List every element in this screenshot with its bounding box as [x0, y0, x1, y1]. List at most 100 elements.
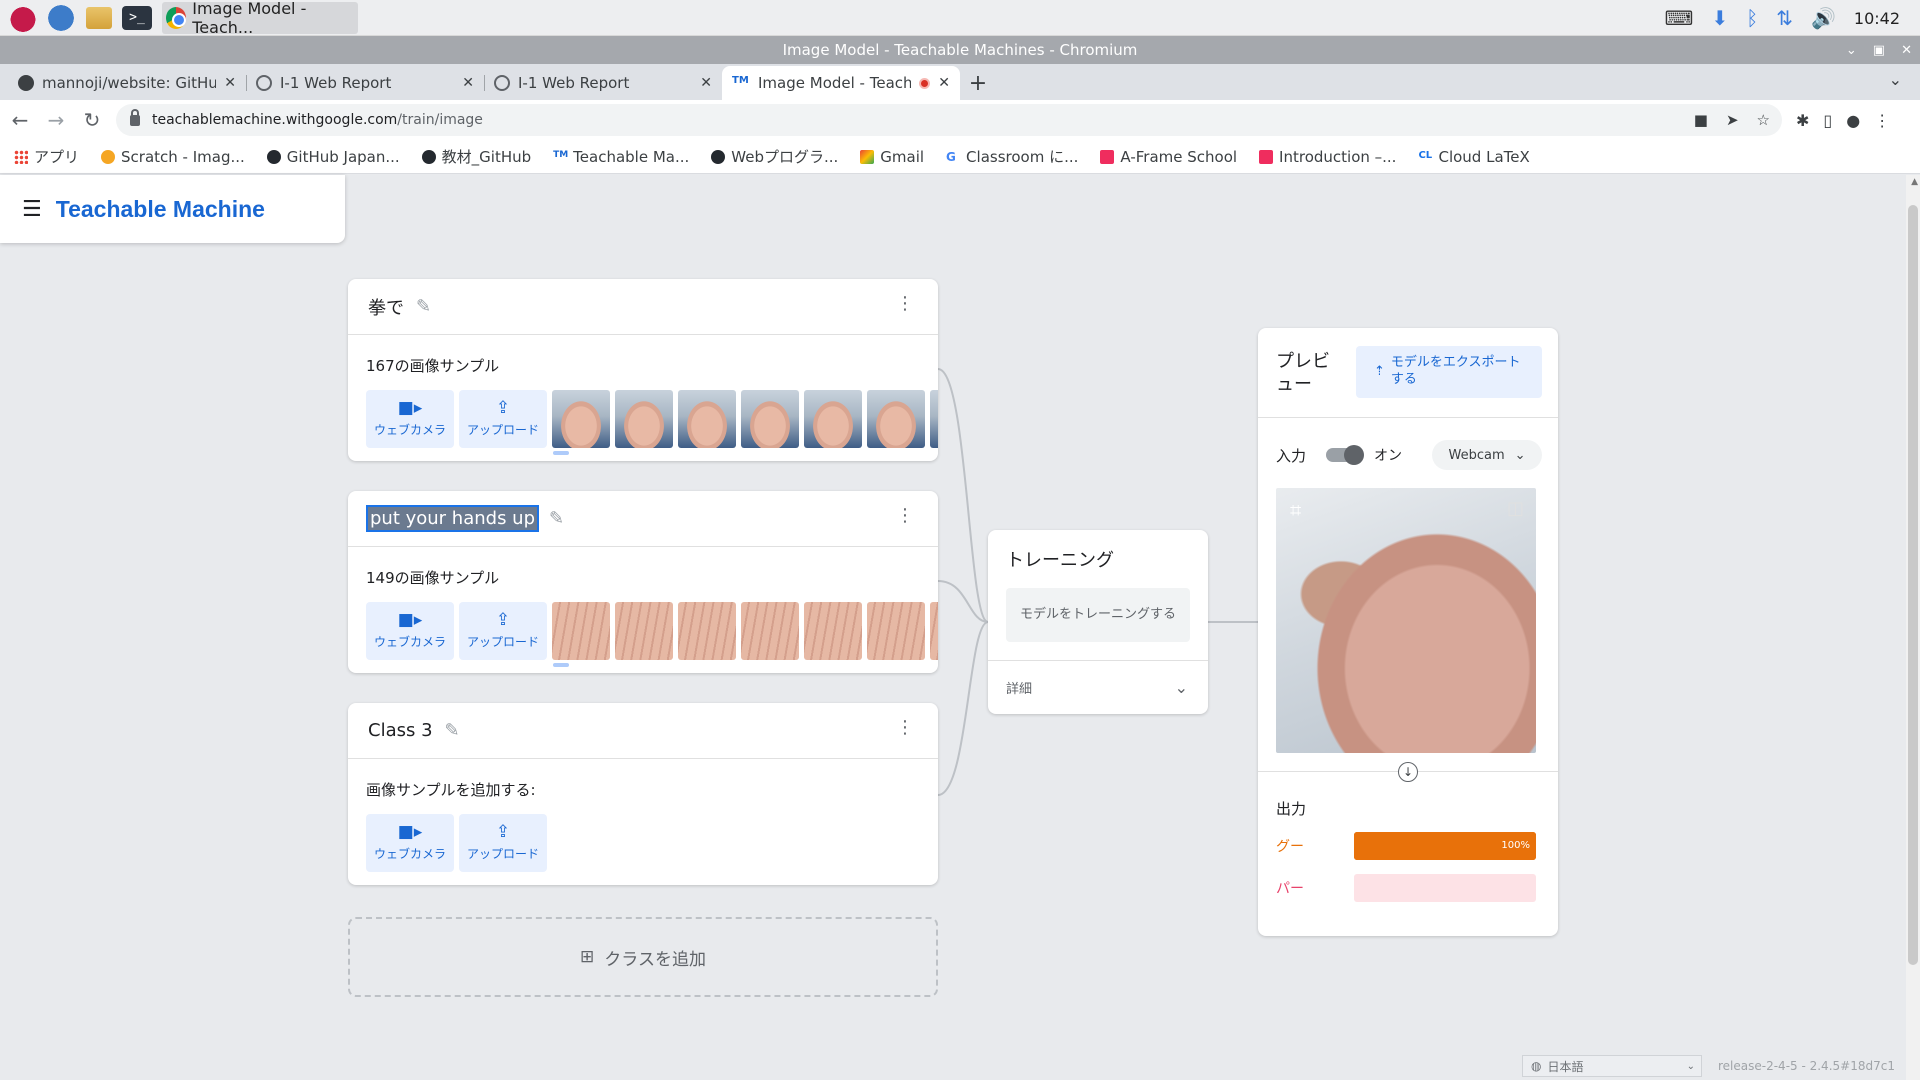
address-bar[interactable]: teachablemachine.withgoogle.com/train/im…: [116, 104, 1782, 136]
new-tab-button[interactable]: +: [960, 66, 996, 100]
sample-thumbnail[interactable]: [867, 390, 925, 448]
network-icon[interactable]: ⇅: [1776, 6, 1793, 30]
app-title[interactable]: Teachable Machine: [56, 196, 265, 223]
video-camera-icon: ■▸: [397, 610, 423, 630]
sample-thumbnail[interactable]: [930, 602, 938, 660]
bookmark-item[interactable]: Scratch - Imag...: [101, 148, 245, 166]
thumb-scroll-indicator[interactable]: [553, 451, 569, 455]
minimize-icon[interactable]: ⌄: [1846, 43, 1857, 58]
upload-button[interactable]: ⇪ アップロード: [459, 602, 547, 660]
close-tab-icon[interactable]: ✕: [224, 75, 236, 91]
taskbar-chromium-window[interactable]: Image Model - Teach...: [162, 0, 358, 37]
upload-button[interactable]: ⇪ アップロード: [459, 814, 547, 872]
sample-thumbnail[interactable]: [741, 390, 799, 448]
thumb-scroll-indicator[interactable]: [553, 663, 569, 667]
tab-github[interactable]: mannoji/website: GitHub ✕: [8, 66, 246, 100]
profile-avatar-icon[interactable]: ●: [1846, 111, 1860, 130]
close-tab-icon[interactable]: ✕: [700, 75, 712, 91]
add-class-button[interactable]: ⊞ クラスを追加: [348, 917, 938, 997]
bookmark-item[interactable]: TM Teachable Ma...: [553, 148, 689, 166]
terminal-launcher-icon[interactable]: >_: [122, 5, 152, 30]
bookmark-item[interactable]: 教材_GitHub: [421, 146, 531, 167]
bookmark-item[interactable]: GitHub Japan...: [266, 148, 400, 166]
bookmark-item[interactable]: G Classroom に...: [946, 146, 1078, 167]
scroll-up-icon[interactable]: ▲: [1911, 177, 1918, 187]
folder-icon: [86, 6, 112, 29]
class-name[interactable]: put your hands up: [365, 505, 540, 532]
browser-menu-icon[interactable]: ⋮: [1874, 111, 1890, 130]
flip-horizontal-icon[interactable]: ◫: [1507, 498, 1524, 519]
input-toggle[interactable]: [1326, 445, 1365, 465]
web-browser-launcher-icon[interactable]: [46, 2, 76, 33]
webcam-button[interactable]: ■▸ ウェブカメラ: [366, 390, 454, 448]
sample-thumbnail[interactable]: [678, 602, 736, 660]
bookmark-star-icon[interactable]: ☆: [1757, 111, 1770, 129]
bookmark-item[interactable]: Introduction –...: [1259, 148, 1396, 166]
train-model-button[interactable]: モデルをトレーニングする: [1006, 588, 1190, 642]
language-select[interactable]: ◍ 日本語 ⌄: [1522, 1055, 1702, 1077]
reload-button[interactable]: ↻: [76, 104, 108, 136]
file-manager-launcher[interactable]: [84, 3, 114, 33]
sample-thumbnail[interactable]: [552, 390, 610, 448]
input-source-select[interactable]: Webcam ⌄: [1432, 440, 1542, 470]
scrollbar-thumb[interactable]: [1908, 205, 1918, 965]
more-options-icon[interactable]: ⋮: [896, 507, 914, 525]
page-scrollbar[interactable]: ▲: [1906, 175, 1920, 1080]
side-panel-icon[interactable]: ▯: [1823, 111, 1832, 130]
tab-title: I-1 Web Report: [280, 74, 392, 92]
forward-button[interactable]: →: [40, 104, 72, 136]
output-row-pa: パー: [1276, 874, 1542, 902]
video-camera-icon: ■▸: [397, 822, 423, 842]
sample-thumbnail[interactable]: [804, 602, 862, 660]
sample-thumbnail[interactable]: [867, 602, 925, 660]
input-row: 入力 オン Webcam ⌄: [1276, 440, 1542, 470]
bookmark-item[interactable]: Webプログラ...: [711, 146, 838, 167]
sample-thumbnail[interactable]: [615, 390, 673, 448]
volume-icon[interactable]: 🔊: [1811, 6, 1836, 30]
globe-icon: ◍: [1531, 1059, 1542, 1073]
extensions-icon[interactable]: ✱: [1796, 111, 1809, 130]
advanced-toggle[interactable]: 詳細 ⌄: [988, 660, 1208, 714]
more-options-icon[interactable]: ⋮: [896, 719, 914, 737]
upload-button[interactable]: ⇪ アップロード: [459, 390, 547, 448]
crop-icon[interactable]: ⌗: [1290, 498, 1301, 522]
sample-thumbnail[interactable]: [615, 602, 673, 660]
tab-image-model[interactable]: TM Image Model - Teach ✕: [722, 66, 960, 100]
sample-thumbnail[interactable]: [930, 390, 938, 448]
tab-web-report-2[interactable]: I-1 Web Report ✕: [484, 66, 722, 100]
export-model-button[interactable]: ⇡ モデルをエクスポートする: [1356, 346, 1542, 398]
maximize-icon[interactable]: ▣: [1873, 43, 1885, 58]
send-icon[interactable]: ➤: [1726, 111, 1739, 129]
tab-web-report-1[interactable]: I-1 Web Report ✕: [246, 66, 484, 100]
raspberry-menu-icon[interactable]: [8, 2, 38, 33]
webcam-button[interactable]: ■▸ ウェブカメラ: [366, 814, 454, 872]
edit-pencil-icon[interactable]: ✎: [549, 508, 564, 529]
class-name[interactable]: Class 3: [368, 720, 433, 741]
close-window-icon[interactable]: ✕: [1901, 43, 1912, 58]
hamburger-menu-icon[interactable]: ☰: [22, 197, 42, 222]
tab-search-icon[interactable]: ⌄: [1889, 70, 1902, 89]
edit-pencil-icon[interactable]: ✎: [416, 296, 431, 317]
more-options-icon[interactable]: ⋮: [896, 295, 914, 313]
bluetooth-icon[interactable]: ᛒ: [1746, 6, 1758, 30]
bookmark-item[interactable]: CL Cloud LaTeX: [1418, 148, 1529, 166]
class-name[interactable]: 拳で: [368, 294, 404, 320]
back-button[interactable]: ←: [4, 104, 36, 136]
sample-thumbnail[interactable]: [678, 390, 736, 448]
sample-thumbnail[interactable]: [804, 390, 862, 448]
keyboard-icon[interactable]: ⌨: [1665, 6, 1694, 30]
sample-thumbnail[interactable]: [741, 602, 799, 660]
close-tab-icon[interactable]: ✕: [938, 75, 950, 91]
bookmark-item[interactable]: Gmail: [860, 148, 924, 166]
download-icon[interactable]: ⬇: [1711, 6, 1728, 30]
webcam-button[interactable]: ■▸ ウェブカメラ: [366, 602, 454, 660]
lock-icon[interactable]: [130, 108, 140, 126]
camera-in-use-icon[interactable]: ■: [1694, 111, 1708, 129]
bookmark-item[interactable]: アプリ: [14, 146, 79, 167]
close-tab-icon[interactable]: ✕: [462, 75, 474, 91]
class-card-2: put your hands up ✎ ⋮ 149の画像サンプル ■▸ ウェブカ…: [348, 491, 938, 673]
sample-thumbnail[interactable]: [552, 602, 610, 660]
clock[interactable]: 10:42: [1854, 9, 1900, 28]
edit-pencil-icon[interactable]: ✎: [445, 720, 460, 741]
bookmark-item[interactable]: A-Frame School: [1100, 148, 1237, 166]
